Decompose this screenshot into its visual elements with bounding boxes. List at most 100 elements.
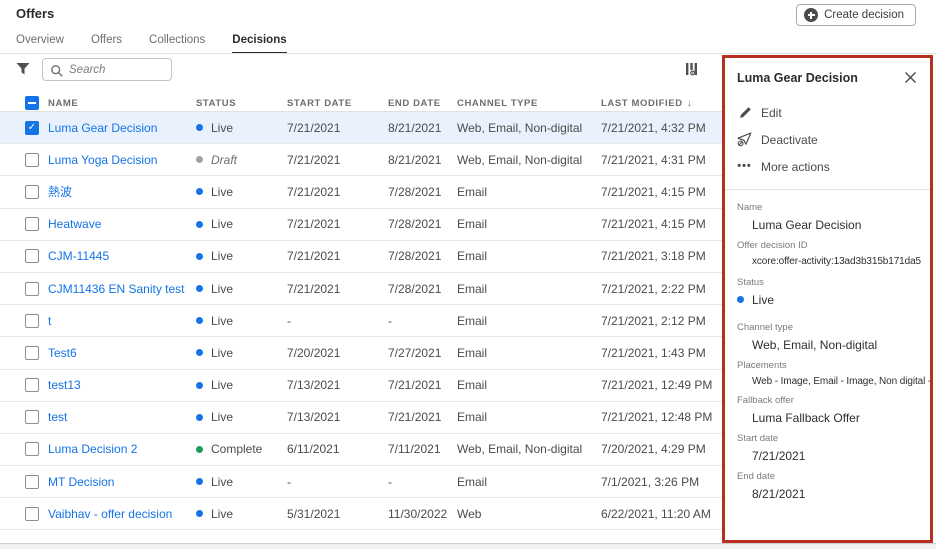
panel-field-value: 8/21/2021: [752, 486, 806, 501]
column-header-channel-type[interactable]: CHANNEL TYPE: [457, 98, 601, 109]
row-checkbox[interactable]: [25, 313, 39, 328]
decision-name-link[interactable]: Luma Gear Decision: [48, 121, 157, 135]
last-modified-cell: 7/21/2021, 12:49 PM: [601, 378, 713, 393]
last-modified-cell: 6/22/2021, 11:20 AM: [601, 506, 711, 521]
panel-field-label: Status: [737, 277, 764, 288]
create-decision-button[interactable]: Create decision: [796, 4, 916, 26]
table-row[interactable]: Test6 Live 7/20/2021 7/27/2021 Email 7/2…: [0, 337, 722, 370]
row-checkbox[interactable]: [25, 249, 39, 264]
filter-button[interactable]: [15, 61, 33, 79]
row-checkbox[interactable]: [25, 506, 39, 521]
status-cell: Live: [196, 507, 287, 521]
status-dot: [196, 124, 203, 132]
status-label: Live: [211, 217, 234, 232]
status-cell: Live: [196, 346, 287, 360]
end-date-cell: 11/30/2022: [388, 506, 448, 521]
row-checkbox[interactable]: [25, 410, 39, 425]
row-checkbox[interactable]: [25, 378, 39, 393]
status-label: Live: [211, 120, 234, 135]
paper-plane-slash-icon: [737, 132, 752, 147]
last-modified-cell: 7/21/2021, 4:15 PM: [601, 184, 706, 199]
edit-button[interactable]: Edit: [737, 105, 920, 120]
status-cell: Live: [196, 121, 287, 135]
row-checkbox[interactable]: [25, 442, 39, 457]
panel-status-dot: [737, 414, 744, 421]
close-panel-button[interactable]: [904, 71, 918, 85]
last-modified-label: LAST MODIFIED: [601, 97, 683, 109]
column-settings-button[interactable]: [684, 61, 702, 79]
tab-offers[interactable]: Offers: [91, 34, 122, 54]
panel-title: Luma Gear Decision: [737, 71, 858, 85]
row-checkbox[interactable]: [25, 184, 39, 199]
table-row[interactable]: Luma Yoga Decision Draft 7/21/2021 8/21/…: [0, 144, 722, 177]
table-row[interactable]: Vaibhav - offer decision Live 5/31/2021 …: [0, 498, 722, 531]
status-label: Live: [211, 410, 234, 425]
row-checkbox[interactable]: [25, 474, 39, 489]
start-date-cell: 7/21/2021: [287, 249, 341, 264]
panel-actions: Edit Deactivate ••• More actions: [737, 105, 920, 174]
decision-name-link[interactable]: 熱波: [48, 185, 72, 199]
status-dot: [196, 188, 203, 196]
status-cell: Draft: [196, 153, 287, 167]
table-row[interactable]: Heatwave Live 7/21/2021 7/28/2021 Email …: [0, 209, 722, 241]
table-row[interactable]: MT Decision Live - - Email 7/1/2021, 3:2…: [0, 466, 722, 499]
status-label: Live: [211, 184, 234, 199]
decision-name-link[interactable]: test13: [48, 378, 81, 392]
row-checkbox[interactable]: [25, 120, 39, 135]
table-row[interactable]: CJM-11445 Live 7/21/2021 7/28/2021 Email…: [0, 241, 722, 273]
panel-field: Name Luma Gear Decision: [737, 202, 920, 232]
decision-name-link[interactable]: MT Decision: [48, 475, 114, 489]
tab-overview[interactable]: Overview: [16, 34, 64, 54]
status-dot: [196, 285, 203, 293]
start-date-cell: 7/13/2021: [287, 378, 341, 393]
column-header-name[interactable]: NAME: [48, 98, 196, 109]
decision-name-link[interactable]: test: [48, 410, 67, 424]
panel-field-value: xcore:offer-activity:13ad3b315b171da5: [752, 255, 922, 267]
panel-fields: Name Luma Gear Decision Offer decision I…: [737, 202, 930, 501]
last-modified-cell: 7/21/2021, 12:48 PM: [601, 410, 713, 425]
decision-name-link[interactable]: CJM-11445: [48, 249, 109, 263]
column-header-status[interactable]: STATUS: [196, 98, 287, 109]
table-row[interactable]: CJM11436 EN Sanity test Live 7/21/2021 7…: [0, 273, 722, 306]
table-row[interactable]: Luma Decision 2 Complete 6/11/2021 7/11/…: [0, 434, 722, 467]
last-modified-cell: 7/21/2021, 4:15 PM: [601, 217, 706, 232]
decision-name-link[interactable]: Vaibhav - offer decision: [48, 507, 172, 521]
table-row[interactable]: Luma Gear Decision Live 7/21/2021 8/21/2…: [0, 112, 722, 145]
row-checkbox[interactable]: [25, 281, 39, 296]
edit-label: Edit: [761, 105, 782, 120]
panel-field-label: Offer decision ID: [737, 240, 808, 251]
tab-decisions[interactable]: Decisions: [232, 34, 287, 54]
panel-divider: [725, 189, 930, 190]
end-date-cell: 7/21/2021: [388, 378, 442, 393]
status-dot: [196, 445, 203, 453]
select-all-checkbox[interactable]: [25, 96, 39, 110]
start-date-cell: -: [287, 313, 291, 328]
row-checkbox[interactable]: [25, 345, 39, 360]
row-checkbox[interactable]: [25, 217, 39, 232]
status-cell: Live: [196, 475, 287, 489]
more-actions-button[interactable]: ••• More actions: [737, 159, 920, 174]
channel-type-cell: Email: [457, 378, 488, 393]
deactivate-button[interactable]: Deactivate: [737, 132, 920, 147]
decision-name-link[interactable]: Heatwave: [48, 217, 101, 231]
table-row[interactable]: 熱波 Live 7/21/2021 7/28/2021 Email 7/21/2…: [0, 176, 722, 209]
column-header-last-modified[interactable]: LAST MODIFIED ↓: [601, 98, 722, 109]
table-row[interactable]: test Live 7/13/2021 7/21/2021 Email 7/21…: [0, 402, 722, 434]
column-header-end-date[interactable]: END DATE: [388, 98, 457, 109]
column-header-start-date[interactable]: START DATE: [287, 98, 388, 109]
tab-collections[interactable]: Collections: [149, 34, 205, 54]
status-cell: Live: [196, 378, 287, 392]
decision-name-link[interactable]: CJM11436 EN Sanity test: [48, 282, 185, 296]
channel-type-cell: Email: [457, 410, 488, 425]
column-settings-icon: [684, 61, 702, 77]
row-checkbox[interactable]: [25, 152, 39, 167]
table-row[interactable]: t Live - - Email 7/21/2021, 2:12 PM: [0, 305, 722, 338]
decision-name-link[interactable]: Luma Yoga Decision: [48, 153, 157, 167]
decision-name-link[interactable]: t: [48, 314, 51, 328]
start-date-cell: 5/31/2021: [287, 506, 341, 521]
search-input[interactable]: [43, 59, 171, 80]
table-row[interactable]: test13 Live 7/13/2021 7/21/2021 Email 7/…: [0, 370, 722, 402]
decision-name-link[interactable]: Test6: [48, 346, 77, 360]
decision-name-link[interactable]: Luma Decision 2: [48, 442, 137, 456]
end-date-cell: 7/28/2021: [388, 281, 442, 296]
